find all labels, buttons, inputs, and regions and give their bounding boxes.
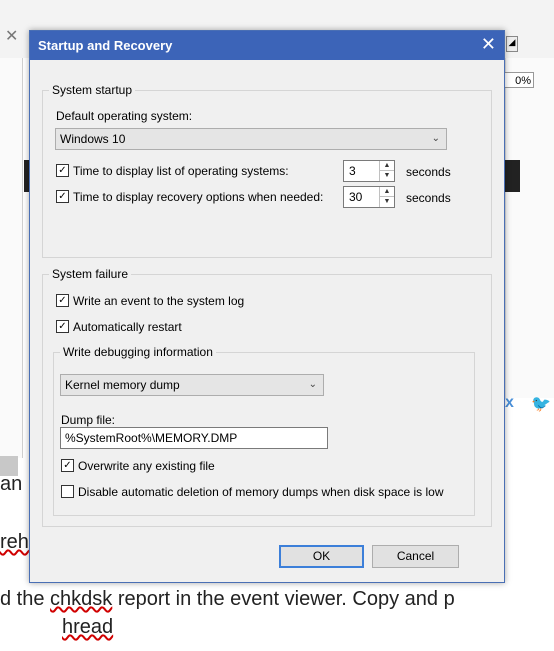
default-os-value: Windows 10: [60, 132, 126, 146]
display-list-spinner[interactable]: 3 ▲ ▼: [343, 160, 395, 182]
cancel-button[interactable]: Cancel: [372, 545, 459, 568]
write-event-checkbox[interactable]: ✓ Write an event to the system log: [56, 294, 244, 308]
startup-recovery-dialog: Startup and Recovery ✕ System startup De…: [29, 30, 505, 583]
background-tool-icon[interactable]: ◢: [506, 36, 518, 52]
spinner-up-icon[interactable]: ▲: [380, 187, 394, 197]
background-close-icon[interactable]: ✕: [5, 26, 18, 46]
dump-type-value: Kernel memory dump: [65, 378, 180, 392]
background-left-panel: [0, 58, 23, 458]
display-recovery-checkbox[interactable]: ✓ Time to display recovery options when n…: [56, 190, 323, 204]
display-list-unit: seconds: [406, 165, 451, 179]
disable-auto-delete-checkbox[interactable]: Disable automatic deletion of memory dum…: [61, 485, 444, 499]
chevron-down-icon: ⌄: [308, 379, 317, 390]
empty-checkbox-icon: [61, 485, 74, 499]
background-share-icon[interactable]: x: [505, 394, 514, 412]
default-os-select[interactable]: Windows 10 ⌄: [55, 128, 447, 150]
system-failure-legend: System failure: [49, 267, 132, 281]
auto-restart-checkbox[interactable]: ✓ Automatically restart: [56, 320, 182, 334]
background-zoom-field[interactable]: 0%: [500, 72, 534, 88]
display-list-checkbox[interactable]: ✓ Time to display list of operating syste…: [56, 164, 289, 178]
close-icon[interactable]: ✕: [481, 34, 496, 55]
chevron-down-icon: ⌄: [431, 133, 440, 144]
background-text-line: hread: [62, 616, 114, 638]
checkmark-icon: ✓: [56, 294, 69, 308]
dialog-title: Startup and Recovery: [38, 38, 173, 53]
overwrite-label: Overwrite any existing file: [78, 459, 215, 473]
dialog-titlebar[interactable]: Startup and Recovery ✕: [30, 31, 504, 60]
background-text-line: an: [0, 473, 23, 495]
checkmark-icon: ✓: [61, 459, 74, 473]
default-os-label: Default operating system:: [56, 109, 193, 123]
checkmark-icon: ✓: [56, 320, 69, 334]
system-startup-legend: System startup: [49, 83, 136, 97]
display-recovery-value: 30: [349, 190, 363, 204]
write-event-label: Write an event to the system log: [73, 294, 245, 308]
background-dark-bar: [505, 160, 520, 192]
auto-restart-label: Automatically restart: [73, 320, 182, 334]
display-list-label: Time to display list of operating system…: [73, 164, 289, 178]
overwrite-checkbox[interactable]: ✓ Overwrite any existing file: [61, 459, 215, 473]
dump-file-label: Dump file:: [61, 413, 116, 427]
checkmark-icon: ✓: [56, 190, 69, 204]
spinner-up-icon[interactable]: ▲: [380, 161, 394, 171]
debug-info-legend: Write debugging information: [60, 345, 216, 359]
spinner-down-icon[interactable]: ▼: [380, 197, 394, 207]
background-right-panel: [505, 58, 554, 398]
checkmark-icon: ✓: [56, 164, 69, 178]
ok-button[interactable]: OK: [279, 545, 364, 568]
spinner-down-icon[interactable]: ▼: [380, 171, 394, 181]
display-list-value: 3: [349, 164, 356, 178]
background-text-line: d the chkdsk report in the event viewer.…: [0, 588, 455, 610]
background-text-line: reh: [0, 531, 29, 553]
dump-file-input[interactable]: %SystemRoot%\MEMORY.DMP: [60, 427, 328, 449]
dump-type-select[interactable]: Kernel memory dump ⌄: [60, 374, 324, 396]
display-recovery-unit: seconds: [406, 191, 451, 205]
display-recovery-label: Time to display recovery options when ne…: [73, 190, 324, 204]
disable-auto-delete-label: Disable automatic deletion of memory dum…: [78, 485, 444, 499]
twitter-icon[interactable]: 🐦: [531, 394, 551, 414]
display-recovery-spinner[interactable]: 30 ▲ ▼: [343, 186, 395, 208]
